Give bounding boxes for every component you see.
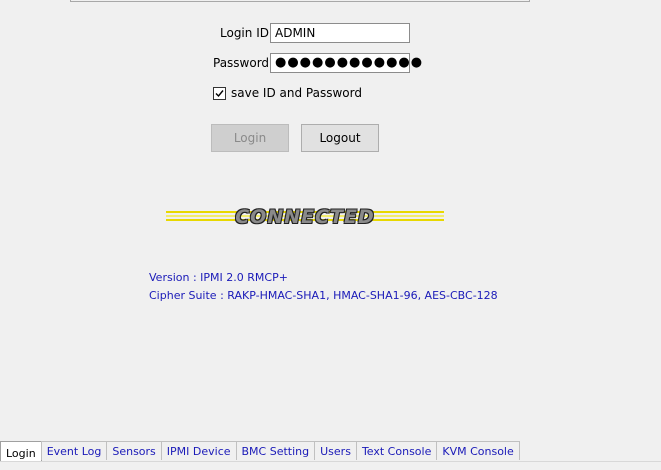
- tab-event-log[interactable]: Event Log: [40, 441, 108, 460]
- password-label: Password: [213, 56, 270, 70]
- login-id-input[interactable]: ADMIN: [270, 23, 410, 43]
- logo-text: CONNECTED: [235, 206, 375, 228]
- password-input[interactable]: ●●●●●●●●●●●●: [270, 53, 422, 73]
- tab-bmc-setting[interactable]: BMC Setting: [235, 441, 316, 460]
- login-button[interactable]: Login: [211, 124, 289, 152]
- logout-button[interactable]: Logout: [301, 124, 379, 152]
- tab-bar: Login Event Log Sensors IPMI Device BMC …: [0, 441, 520, 463]
- version-text: Version : IPMI 2.0 RMCP+: [149, 271, 288, 284]
- checkmark-icon: [215, 90, 224, 98]
- save-credentials-checkbox[interactable]: [213, 87, 226, 100]
- tab-login[interactable]: Login: [0, 441, 42, 463]
- tab-sensors[interactable]: Sensors: [106, 441, 162, 460]
- tab-users[interactable]: Users: [314, 441, 357, 460]
- tab-kvm-console[interactable]: KVM Console: [436, 441, 520, 460]
- tab-text-console[interactable]: Text Console: [355, 441, 438, 460]
- connected-logo: CONNECTED: [166, 203, 444, 231]
- login-id-label: Login ID: [220, 26, 269, 40]
- top-panel-frame: [70, 0, 530, 2]
- tab-ipmi-device[interactable]: IPMI Device: [160, 441, 237, 460]
- cipher-suite-text: Cipher Suite : RAKP-HMAC-SHA1, HMAC-SHA1…: [149, 289, 498, 302]
- save-credentials-label: save ID and Password: [231, 86, 362, 100]
